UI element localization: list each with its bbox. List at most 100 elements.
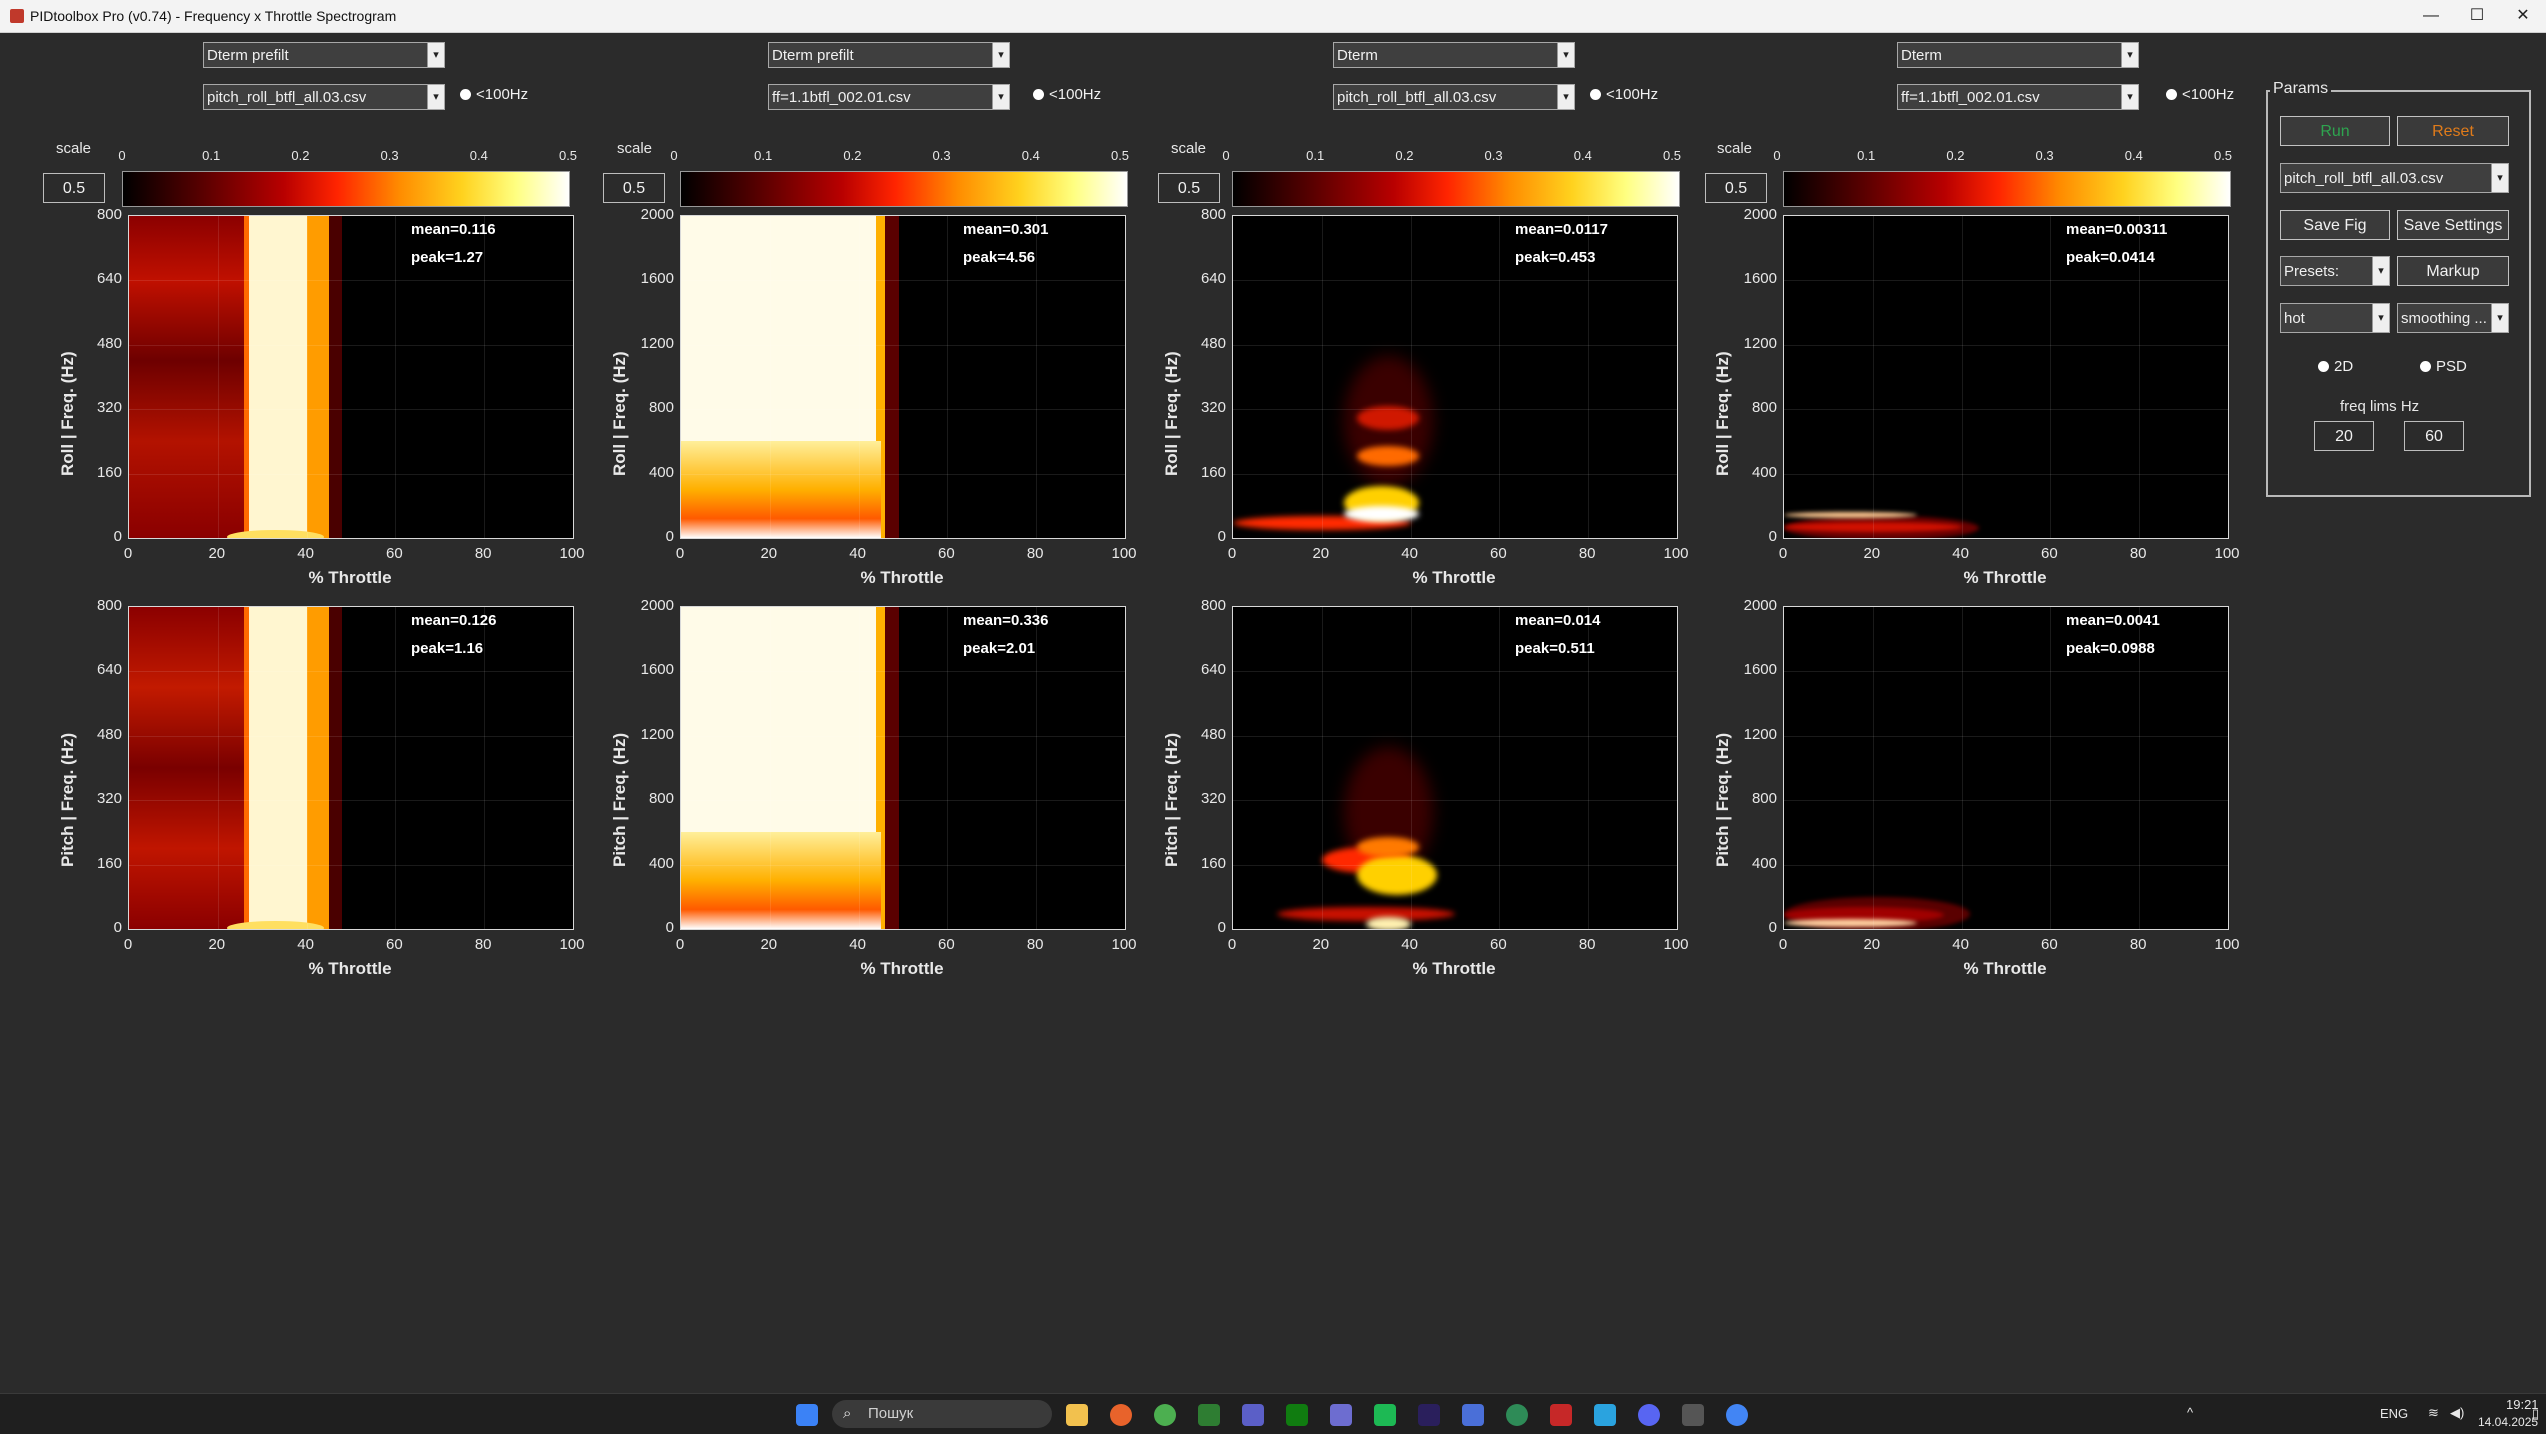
x-tick-label: 20 [208,545,226,562]
spectrogram-plot[interactable]: mean=0.301 peak=4.56 [680,215,1126,539]
signal-select-col1[interactable]: Dterm prefilt ▾ [203,42,445,68]
signal-select-col2[interactable]: Dterm prefilt ▾ [768,42,1010,68]
y-tick-label: 400 [648,463,674,481]
mean-stat: mean=0.116 [411,221,496,238]
pdf-icon[interactable] [1550,1404,1572,1426]
colorbar-tick-label: 0.2 [1946,148,1965,163]
window-title: PIDtoolbox Pro (v0.74) - Frequency x Thr… [30,8,397,24]
chrome-icon[interactable] [1726,1404,1748,1426]
y-tick-label: 800 [96,206,122,223]
scale-input-col4[interactable]: 0.5 [1705,173,1767,203]
file-select-col1[interactable]: pitch_roll_btfl_all.03.csv ▾ [203,84,445,110]
telegram-icon[interactable] [1594,1404,1616,1426]
x-tick-label: 40 [849,936,866,953]
grid-line [129,280,573,282]
save-fig-button[interactable]: Save Fig [2280,210,2390,240]
pidtoolbox-icon[interactable] [1682,1404,1704,1426]
y-tick-label: 160 [96,854,122,872]
grid-line [1233,409,1677,411]
grid-line [1233,280,1677,282]
signal-select-col3[interactable]: Dterm ▾ [1333,42,1575,68]
file-select-col4[interactable]: ff=1.1btfl_002.01.csv ▾ [1897,84,2139,110]
lt100hz-radio-col3[interactable]: <100Hz [1590,86,1658,103]
markup-button[interactable]: Markup [2397,256,2509,286]
close-button[interactable]: ✕ [2498,0,2546,32]
heat-band [328,216,343,538]
mode-2d-radio[interactable]: 2D [2318,358,2353,375]
params-file-select[interactable]: pitch_roll_btfl_all.03.csv ▾ [2280,163,2509,193]
presets-select[interactable]: Presets: ▾ [2280,256,2390,286]
app-icon[interactable] [1374,1404,1396,1426]
spectrogram-plot[interactable]: mean=0.336 peak=2.01 [680,606,1126,930]
grid-line [1499,216,1501,538]
mode-psd-radio[interactable]: PSD [2420,358,2467,375]
file-select-col2[interactable]: ff=1.1btfl_002.01.csv ▾ [768,84,1010,110]
radio-label: <100Hz [2182,86,2235,103]
firefox-icon[interactable] [1110,1404,1132,1426]
save-settings-button[interactable]: Save Settings [2397,210,2509,240]
mean-stat: mean=0.301 [963,221,1049,238]
spectrogram-plot[interactable]: mean=0.0041 peak=0.0988 [1783,606,2229,930]
run-button[interactable]: Run [2280,116,2390,146]
grid-line [769,607,771,929]
app-icon[interactable] [1506,1404,1528,1426]
colormap-select[interactable]: hot ▾ [2280,303,2390,333]
smoothing-select[interactable]: smoothing ... ▾ [2397,303,2509,333]
x-axis-label: % Throttle [1412,959,1496,978]
wifi-icon[interactable]: ≋ [2428,1405,2439,1421]
start-icon[interactable] [796,1404,818,1426]
minimize-button[interactable]: — [2406,0,2456,32]
app-icon[interactable] [1638,1404,1660,1426]
scale-input-col3[interactable]: 0.5 [1158,173,1220,203]
freq-max-input[interactable]: 60 [2404,421,2464,451]
taskbar-search[interactable]: Пошук [832,1400,1052,1428]
signal-select-col4[interactable]: Dterm ▾ [1897,42,2139,68]
reset-button[interactable]: Reset [2397,116,2509,146]
freq-min-input[interactable]: 20 [2314,421,2374,451]
spectrogram-plot[interactable]: mean=0.00311 peak=0.0414 [1783,215,2229,539]
clock-date[interactable]: 14.04.2025 [2478,1415,2538,1429]
language-indicator[interactable]: ENG [2380,1406,2408,1421]
xbox-icon[interactable] [1286,1404,1308,1426]
notification-icon[interactable]: ▯ [2532,1406,2539,1422]
file-select-value: ff=1.1btfl_002.01.csv [1901,89,2040,106]
file-select-col3[interactable]: pitch_roll_btfl_all.03.csv ▾ [1333,84,1575,110]
file-select-value: pitch_roll_btfl_all.03.csv [207,89,367,106]
grid-line [1233,864,1677,866]
folder-icon[interactable] [1066,1404,1088,1426]
y-tick-label: 320 [1200,399,1226,417]
y-tick-label: 0 [113,528,122,545]
grid-line [1233,800,1677,802]
grid-line [1784,800,2228,802]
maximize-button[interactable]: ☐ [2452,0,2502,32]
x-tick-label: 100 [559,936,585,953]
volume-icon[interactable]: ◀) [2450,1405,2464,1421]
x-tick-label: 60 [386,545,403,562]
y-tick-label: 2000 [640,206,674,223]
spectrogram-plot[interactable]: mean=0.126 peak=1.16 [128,606,574,930]
scale-input-col2[interactable]: 0.5 [603,173,665,203]
y-tick-label: 1200 [1743,334,1777,352]
grid-line [1321,216,1323,538]
grid-line [681,864,1125,866]
grid-line [1036,216,1038,538]
scale-input-col1[interactable]: 0.5 [43,173,105,203]
y-tick-label: 800 [1200,206,1226,223]
premiere-icon[interactable] [1418,1404,1440,1426]
radio-label: <100Hz [1049,86,1102,103]
chevron-up-icon[interactable]: ^ [2187,1405,2193,1420]
spectrogram-plot[interactable]: mean=0.014 peak=0.511 [1232,606,1678,930]
teams-icon[interactable] [1242,1404,1264,1426]
radio-label: <100Hz [476,86,529,103]
app-icon[interactable] [1198,1404,1220,1426]
chrome-icon[interactable] [1154,1404,1176,1426]
app-icon[interactable] [1330,1404,1352,1426]
app-icon[interactable] [1462,1404,1484,1426]
spectrogram-plot[interactable]: mean=0.0117 peak=0.453 [1232,215,1678,539]
x-tick-label: 0 [1778,545,1788,562]
spectrogram-plot[interactable]: mean=0.116 peak=1.27 [128,215,574,539]
mean-stat: mean=0.014 [1515,612,1601,629]
lt100hz-radio-col2[interactable]: <100Hz [1033,86,1101,103]
lt100hz-radio-col4[interactable]: <100Hz [2166,86,2234,103]
lt100hz-radio-col1[interactable]: <100Hz [460,86,528,103]
